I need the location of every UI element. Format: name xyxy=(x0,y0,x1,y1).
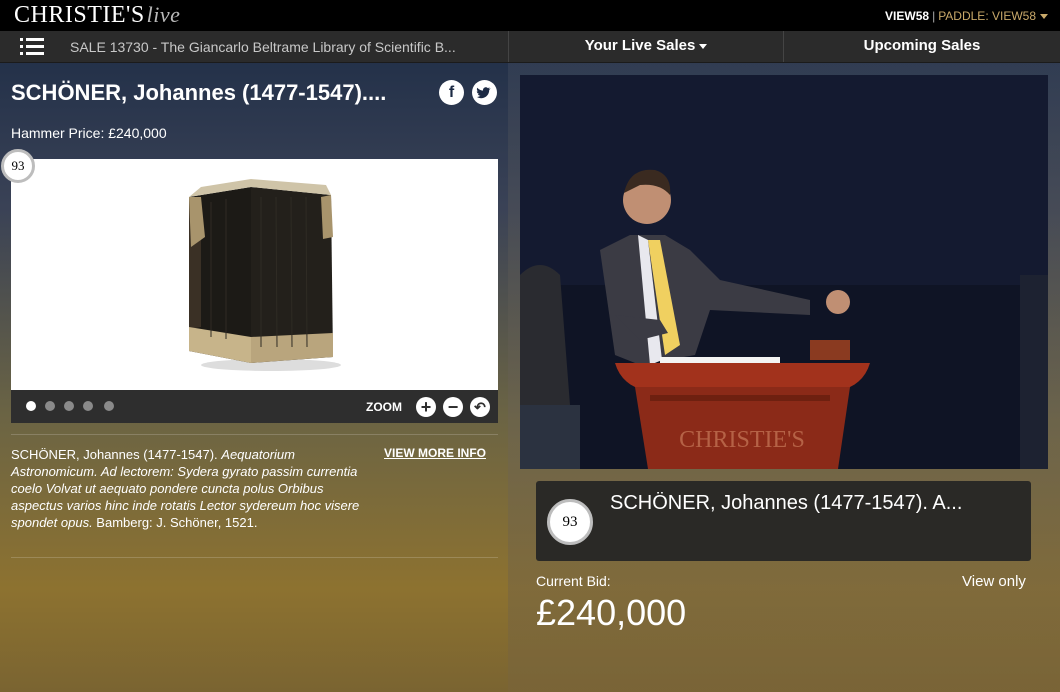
description-author: SCHÖNER, Johannes (1477-1547). xyxy=(11,447,222,462)
auctioneer-video-frame: CHRISTIE'S xyxy=(520,75,1048,469)
chevron-down-icon xyxy=(1040,14,1048,20)
paddle-dropdown[interactable]: PADDLE: VIEW58 xyxy=(938,9,1048,23)
menu-icon[interactable] xyxy=(20,38,44,56)
tab-your-live-sales[interactable]: Your Live Sales xyxy=(508,31,783,62)
facebook-icon[interactable]: f xyxy=(439,80,464,105)
view-more-info-link[interactable]: VIEW MORE INFO xyxy=(384,446,486,460)
carousel-dot-2[interactable] xyxy=(45,401,55,411)
carousel-controls: ZOOM + − ↶ xyxy=(11,390,498,423)
paddle-label: PADDLE: VIEW58 xyxy=(938,9,1036,23)
reset-icon[interactable]: ↶ xyxy=(470,397,490,417)
tab-label: Upcoming Sales xyxy=(863,37,981,54)
live-lot-number-badge: 93 xyxy=(547,499,593,545)
carousel-dot-4[interactable] xyxy=(83,401,93,411)
live-lot-title: SCHÖNER, Johannes (1477-1547). A... xyxy=(610,492,963,514)
chevron-down-icon xyxy=(699,43,708,49)
lot-image[interactable] xyxy=(11,159,498,390)
view-only-status: View only xyxy=(962,573,1026,590)
book-image xyxy=(189,179,341,371)
carousel-dot-3[interactable] xyxy=(64,401,74,411)
podium-logo: CHRISTIE'S xyxy=(679,427,805,453)
sale-title[interactable]: SALE 13730 - The Giancarlo Beltrame Libr… xyxy=(70,39,490,55)
account-separator: | xyxy=(932,9,936,23)
brand-suffix: live xyxy=(146,2,181,27)
current-bid-amount: £240,000 xyxy=(536,592,687,633)
zoom-out-icon[interactable]: − xyxy=(443,397,463,417)
description-imprint: Bamberg: J. Schöner, 1521. xyxy=(92,515,258,530)
account-info: VIEW58 | PADDLE: VIEW58 xyxy=(885,9,1048,23)
zoom-label: ZOOM xyxy=(366,400,402,414)
divider xyxy=(11,557,498,558)
carousel-dot-1[interactable] xyxy=(26,401,36,411)
carousel-dot-5[interactable] xyxy=(104,401,114,411)
hammer-price: Hammer Price: £240,000 xyxy=(11,125,167,141)
brand-name: CHRISTIE'S xyxy=(14,2,145,28)
current-bid-label: Current Bid: xyxy=(536,573,611,589)
twitter-icon[interactable] xyxy=(472,80,497,105)
lot-description: SCHÖNER, Johannes (1477-1547). Aequatori… xyxy=(11,446,371,531)
zoom-in-icon[interactable]: + xyxy=(416,397,436,417)
live-video-stream[interactable]: CHRISTIE'S xyxy=(520,75,1048,469)
account-name[interactable]: VIEW58 xyxy=(885,9,929,23)
tab-upcoming-sales[interactable]: Upcoming Sales xyxy=(783,31,1060,62)
christies-live-logo[interactable]: CHRISTIE'Slive xyxy=(14,2,180,29)
divider xyxy=(11,434,498,435)
lot-title: SCHÖNER, Johannes (1477-1547).... xyxy=(11,80,387,105)
top-bar: CHRISTIE'Slive VIEW58 | PADDLE: VIEW58 xyxy=(0,0,1060,31)
sub-navigation: SALE 13730 - The Giancarlo Beltrame Libr… xyxy=(0,31,1060,63)
lot-number-badge: 93 xyxy=(1,149,35,183)
tab-label: Your Live Sales xyxy=(584,37,696,54)
